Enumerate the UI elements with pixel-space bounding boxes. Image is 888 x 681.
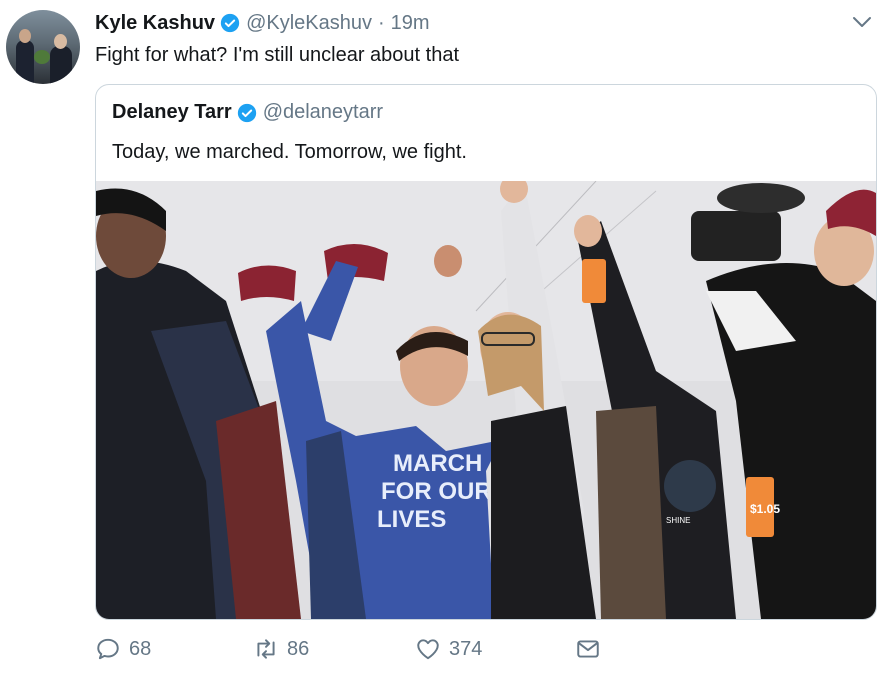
quoted-tweet[interactable]: Delaney Tarr @delaneytarr Today, we marc… bbox=[95, 84, 877, 620]
reply-button[interactable]: 68 bbox=[95, 636, 151, 662]
shirt-text: SHINE bbox=[666, 516, 690, 525]
reply-count: 68 bbox=[129, 637, 152, 660]
separator: · bbox=[377, 11, 385, 34]
dm-icon bbox=[577, 640, 599, 658]
hoodie-text-2: FOR OUR bbox=[381, 478, 492, 505]
hoodie-text-3: LIVES bbox=[377, 506, 446, 533]
like-button[interactable]: 374 bbox=[415, 636, 482, 662]
hoodie-text-1: MARCH bbox=[393, 450, 482, 477]
tweet-header: Kyle Kashuv @KyleKashuv · 19m bbox=[95, 10, 430, 36]
tweet-text: Fight for what? I'm still unclear about … bbox=[95, 44, 459, 66]
tweet-actions: 68 86 374 bbox=[95, 636, 615, 666]
quoted-photo[interactable]: MARCH FOR OUR LIVES $1.05 SHINE bbox=[96, 181, 876, 619]
retweet-icon bbox=[257, 639, 275, 659]
quoted-header: Delaney Tarr @delaneytarr bbox=[112, 101, 383, 124]
verified-badge-icon bbox=[220, 13, 240, 33]
retweet-count: 86 bbox=[287, 637, 310, 660]
reply-icon bbox=[97, 638, 119, 660]
price-tag-text: $1.05 bbox=[750, 502, 780, 516]
quoted-author-handle: @delaneytarr bbox=[262, 101, 384, 123]
like-icon bbox=[417, 639, 439, 660]
author-handle[interactable]: @KyleKashuv bbox=[246, 12, 372, 35]
timestamp[interactable]: 19m bbox=[391, 12, 430, 35]
avatar[interactable] bbox=[6, 10, 80, 84]
retweet-button[interactable]: 86 bbox=[253, 636, 309, 662]
dm-button[interactable] bbox=[575, 636, 609, 662]
like-count: 374 bbox=[449, 637, 483, 660]
quoted-author-name: Delaney Tarr bbox=[112, 101, 232, 123]
chevron-down-icon[interactable] bbox=[850, 10, 874, 34]
verified-badge-icon bbox=[237, 103, 256, 122]
quoted-text: Today, we marched. Tomorrow, we fight. bbox=[112, 141, 467, 163]
author-name[interactable]: Kyle Kashuv bbox=[95, 12, 215, 35]
